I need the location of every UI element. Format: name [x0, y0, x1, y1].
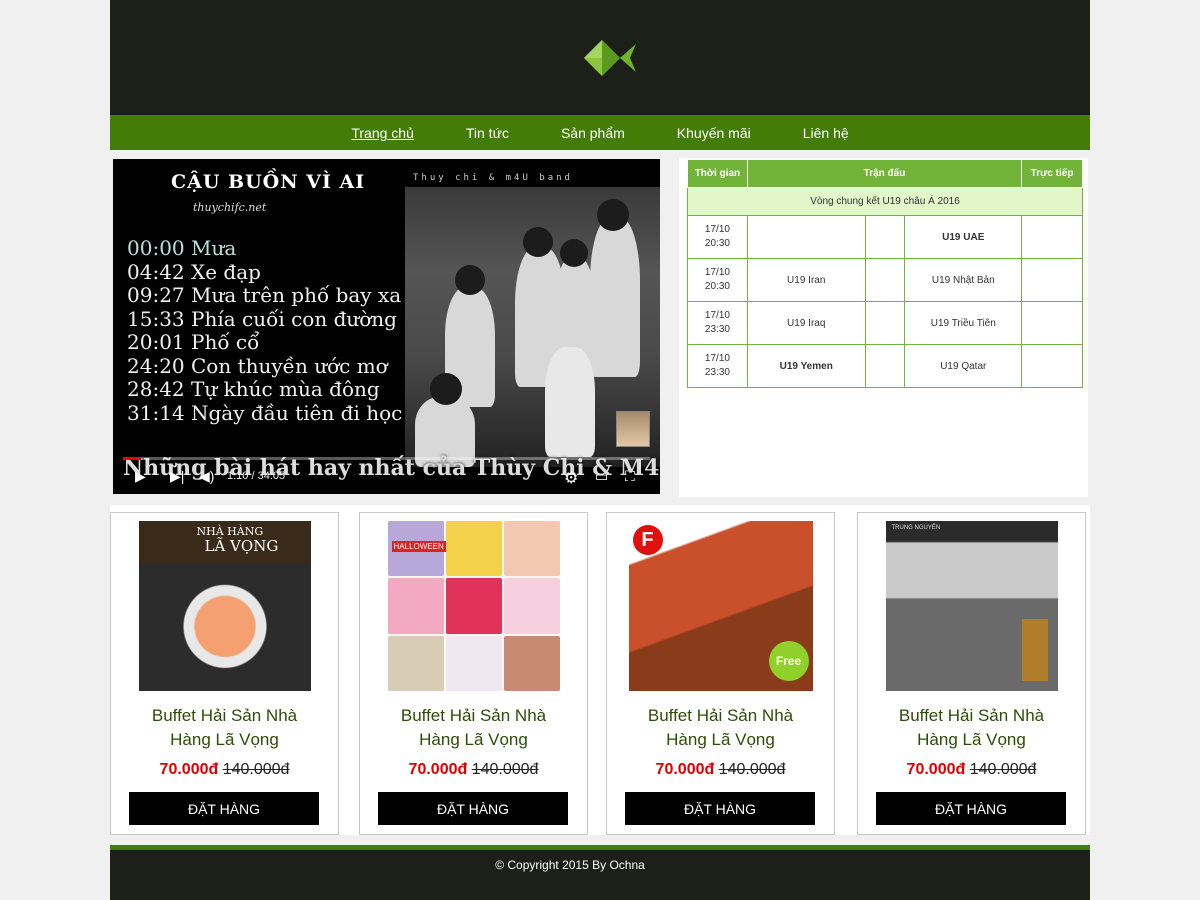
match-time: 17/10 23:30	[687, 301, 748, 345]
track-item: 24:20 Con thuyền ước mơ	[127, 353, 388, 378]
image-logo-text: LÃ VỌNG	[204, 537, 279, 555]
product-card[interactable]: NHÀ HÀNG LÃ VỌNG Buffet Hải Sản Nhà Hàng…	[110, 512, 339, 835]
product-image[interactable]: TRUNG NGUYÊN	[885, 521, 1058, 691]
order-button[interactable]: ĐẶT HÀNG	[876, 792, 1066, 825]
header-match: Trận đấu	[746, 159, 1023, 188]
header-live: Trực tiếp	[1021, 159, 1083, 188]
track-item: 09:27 Mưa trên phố bay xa	[127, 283, 402, 307]
vs-cell	[864, 215, 906, 259]
video-site: thuychifc.net	[193, 201, 267, 214]
away-team: U19 UAE	[904, 215, 1023, 259]
vs-cell	[864, 258, 906, 302]
table-row: 17/10 23:30 U19 Iraq U19 Triều Tiên	[687, 301, 1083, 345]
main-nav: Trang chủ Tin tức Sản phẩm Khuyến mãi Li…	[110, 115, 1090, 150]
track-item: 31:14 Ngày đầu tiên đi học	[127, 400, 403, 425]
match-schedule: Thời gian Trận đấu Trực tiếp Vòng chung …	[679, 158, 1088, 497]
table-row: 17/10 23:30 U19 Yemen U19 Qatar	[687, 344, 1083, 388]
product-price: 70.000đ 140.000đ	[655, 761, 786, 778]
product-price: 70.000đ 140.000đ	[408, 761, 539, 778]
play-icon[interactable]: ▶	[135, 468, 146, 485]
nav-contact[interactable]: Liên hệ	[803, 125, 849, 141]
copyright-text: © Copyright 2015 By Ochna	[495, 858, 645, 872]
match-time: 17/10 23:30	[687, 344, 748, 388]
product-card[interactable]: F Free Buffet Hải Sản Nhà Hàng Lã Vọng 7…	[606, 512, 835, 835]
tracklist: 00:00 Mưa 04:42 Xe đạp 09:27 Mưa trên ph…	[127, 236, 403, 425]
nav-products[interactable]: Sản phẩm	[561, 125, 625, 141]
live-cell[interactable]	[1021, 258, 1083, 302]
video-player[interactable]: CẬU BUỒN VÌ AI thuychifc.net Thuy chi & …	[113, 159, 660, 494]
fullscreen-icon[interactable]: ⛶	[625, 468, 635, 485]
site-footer: © Copyright 2015 By Ochna	[110, 850, 1090, 900]
group-title: Vòng chung kết U19 châu Á 2016	[687, 187, 1083, 216]
product-card[interactable]: TRUNG NGUYÊN Buffet Hải Sản Nhà Hàng Lã …	[857, 512, 1086, 835]
live-cell[interactable]	[1021, 344, 1083, 388]
product-image[interactable]: F Free	[628, 521, 813, 691]
home-team	[746, 215, 866, 259]
product-price: 70.000đ 140.000đ	[906, 761, 1037, 778]
order-button[interactable]: ĐẶT HÀNG	[378, 792, 568, 825]
home-team: U19 Yemen	[746, 344, 866, 388]
site-header	[110, 0, 1090, 115]
band-tag: Thuy chi & m4U band	[413, 173, 573, 183]
product-price: 70.000đ 140.000đ	[159, 761, 290, 778]
fish-logo-icon[interactable]	[582, 38, 638, 78]
image-logo-text: HALLOWEEN	[391, 541, 446, 552]
product-name[interactable]: Buffet Hải Sản Nhà Hàng Lã Vọng	[858, 704, 1085, 752]
vs-cell	[864, 344, 906, 388]
video-title: CẬU BUỒN VÌ AI	[171, 171, 366, 193]
match-time: 17/10 20:30	[687, 215, 748, 259]
avatar-thumbnail[interactable]	[616, 411, 650, 447]
product-name[interactable]: Buffet Hải Sản Nhà Hàng Lã Vọng	[111, 704, 338, 752]
track-item: 20:01 Phố cổ	[127, 330, 260, 354]
table-row: 17/10 20:30 U19 Iran U19 Nhật Bản	[687, 258, 1083, 302]
away-team: U19 Nhật Bản	[904, 258, 1023, 302]
home-team: U19 Iran	[746, 258, 866, 302]
order-button[interactable]: ĐẶT HÀNG	[625, 792, 815, 825]
video-time: 1:10 / 34:05	[227, 470, 286, 482]
order-button[interactable]: ĐẶT HÀNG	[129, 792, 319, 825]
product-name[interactable]: Buffet Hải Sản Nhà Hàng Lã Vọng	[360, 704, 587, 752]
image-logo-text: F	[632, 525, 663, 555]
next-icon[interactable]: ▶|	[170, 468, 184, 485]
video-progress-bar[interactable]	[123, 457, 650, 460]
nav-news[interactable]: Tin tức	[466, 125, 509, 141]
nav-promotions[interactable]: Khuyến mãi	[677, 125, 751, 141]
track-item: 04:42 Xe đạp	[127, 259, 261, 284]
header-time: Thời gian	[687, 159, 748, 188]
track-item: 28:42 Tự khúc mùa đông	[127, 377, 380, 401]
settings-gear-icon[interactable]: ⚙	[564, 468, 578, 488]
home-team: U19 Iraq	[746, 301, 866, 345]
match-time: 17/10 20:30	[687, 258, 748, 302]
vs-cell	[864, 301, 906, 345]
live-cell[interactable]	[1021, 215, 1083, 259]
track-item: 00:00 Mưa	[127, 236, 237, 260]
nav-home[interactable]: Trang chủ	[351, 125, 414, 141]
product-card[interactable]: HALLOWEEN Buffet Hải Sản Nhà Hàng Lã Vọn…	[359, 512, 588, 835]
image-logo-text: Free	[768, 641, 809, 681]
table-row: 17/10 20:30 U19 UAE	[687, 215, 1083, 259]
product-image[interactable]: NHÀ HÀNG LÃ VỌNG	[138, 521, 311, 691]
product-image[interactable]: HALLOWEEN	[387, 521, 560, 691]
product-name[interactable]: Buffet Hải Sản Nhà Hàng Lã Vọng	[607, 704, 834, 752]
away-team: U19 Triều Tiên	[904, 301, 1023, 345]
schedule-table: Thời gian Trận đấu Trực tiếp Vòng chung …	[687, 159, 1083, 388]
volume-icon[interactable]: ◀)	[199, 468, 214, 485]
away-team: U19 Qatar	[904, 344, 1023, 388]
live-cell[interactable]	[1021, 301, 1083, 345]
image-logo-text: TRUNG NGUYÊN	[891, 525, 941, 531]
track-item: 15:33 Phía cuối con đường	[127, 306, 397, 331]
theater-mode-icon[interactable]: ▭	[595, 468, 608, 485]
